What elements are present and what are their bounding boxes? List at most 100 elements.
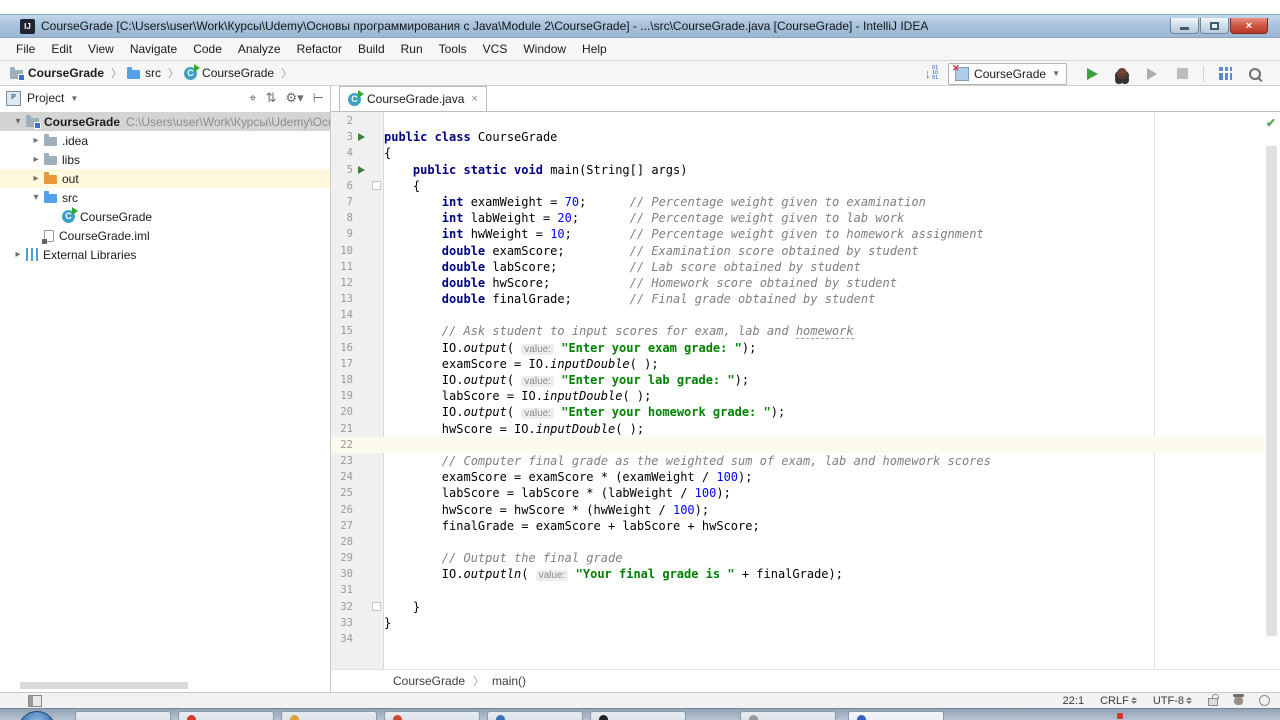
toolwindow-toggle-icon[interactable]: [28, 695, 42, 707]
code-line[interactable]: 2: [331, 113, 1280, 129]
hide-panel-icon[interactable]: ⊢: [313, 90, 324, 106]
code-line[interactable]: 30 IO.outputln( value: "Your final grade…: [331, 566, 1280, 582]
code-line[interactable]: 28: [331, 534, 1280, 550]
run-configuration-select[interactable]: CourseGrade ▼: [948, 63, 1067, 85]
code-line[interactable]: 4{: [331, 145, 1280, 161]
code-line[interactable]: 5 public static void main(String[] args): [331, 162, 1280, 178]
debug-button[interactable]: [1114, 66, 1130, 82]
code-line[interactable]: 14: [331, 307, 1280, 323]
menu-item-code[interactable]: Code: [185, 40, 230, 58]
code-line[interactable]: 6 {: [331, 178, 1280, 194]
search-everywhere-button[interactable]: [1247, 66, 1263, 82]
code-line[interactable]: 21 hwScore = IO.inputDouble( );: [331, 421, 1280, 437]
hector-inspections-icon[interactable]: [1234, 696, 1243, 705]
code-line[interactable]: 23 // Computer final grade as the weight…: [331, 453, 1280, 469]
taskbar-button[interactable]: [590, 711, 686, 720]
event-log-bubble-icon[interactable]: [1259, 695, 1270, 706]
chevron-down-icon[interactable]: ▼: [70, 94, 78, 103]
project-structure-button[interactable]: [1217, 66, 1233, 82]
caret-position[interactable]: 22:1: [1063, 695, 1084, 707]
code-line[interactable]: 15 // Ask student to input scores for ex…: [331, 323, 1280, 339]
tree-item-out[interactable]: ▸out: [0, 169, 330, 188]
code-line[interactable]: 20 IO.output( value: "Enter your homewor…: [331, 404, 1280, 420]
menu-item-navigate[interactable]: Navigate: [122, 40, 185, 58]
encoding-select[interactable]: UTF-8: [1153, 695, 1192, 707]
fold-marker-icon[interactable]: [372, 181, 381, 190]
code-line[interactable]: 22: [331, 437, 1280, 453]
menu-item-analyze[interactable]: Analyze: [230, 40, 289, 58]
tree-item-coursegrade[interactable]: CourseGrade: [0, 207, 330, 226]
code-line[interactable]: 34: [331, 631, 1280, 647]
taskbar-button[interactable]: [281, 711, 377, 720]
taskbar-button[interactable]: [178, 711, 274, 720]
code-line[interactable]: 31: [331, 582, 1280, 598]
editor-breadcrumb-main[interactable]: main(): [492, 674, 526, 688]
menu-item-run[interactable]: Run: [393, 40, 431, 58]
menu-item-help[interactable]: Help: [574, 40, 615, 58]
locate-icon[interactable]: ⌖: [249, 90, 256, 106]
taskbar-button[interactable]: [384, 711, 480, 720]
tree-chevron-icon[interactable]: ▸: [28, 173, 44, 184]
code-line[interactable]: 7 int examWeight = 70; // Percentage wei…: [331, 194, 1280, 210]
run-gutter-icon[interactable]: [358, 166, 365, 174]
code-line[interactable]: 18 IO.output( value: "Enter your lab gra…: [331, 372, 1280, 388]
menu-item-tools[interactable]: Tools: [431, 40, 475, 58]
code-line[interactable]: 17 examScore = IO.inputDouble( );: [331, 356, 1280, 372]
code-line[interactable]: 26 hwScore = hwScore * (hwWeight / 100);: [331, 502, 1280, 518]
code-line[interactable]: 19 labScore = IO.inputDouble( );: [331, 388, 1280, 404]
maximize-button[interactable]: [1200, 18, 1229, 34]
tree-chevron-icon[interactable]: ▸: [28, 135, 44, 146]
taskbar-button[interactable]: [740, 711, 836, 720]
run-with-coverage-button[interactable]: [1144, 66, 1160, 82]
settings-gear-icon[interactable]: ⚙▾: [285, 90, 303, 106]
editor-breadcrumb-coursegrade[interactable]: CourseGrade: [393, 674, 465, 688]
tree-chevron-icon[interactable]: ▸: [10, 249, 26, 260]
code-line[interactable]: 3public class CourseGrade: [331, 129, 1280, 145]
code-line[interactable]: 16 IO.output( value: "Enter your exam gr…: [331, 340, 1280, 356]
horizontal-scrollbar[interactable]: [20, 682, 188, 689]
tree-item-src[interactable]: ▾src: [0, 188, 330, 207]
taskbar-button[interactable]: [75, 711, 171, 720]
title-bar[interactable]: IJ CourseGrade [C:\Users\user\Work\Курсы…: [0, 14, 1280, 38]
tab-coursegrade-java[interactable]: CourseGrade.java ×: [339, 86, 487, 111]
menu-item-refactor[interactable]: Refactor: [289, 40, 350, 58]
menu-item-view[interactable]: View: [80, 40, 122, 58]
run-gutter-icon[interactable]: [358, 133, 365, 141]
minimize-button[interactable]: [1170, 18, 1199, 34]
code-line[interactable]: 13 double finalGrade; // Final grade obt…: [331, 291, 1280, 307]
breadcrumb-item-coursegrade[interactable]: CourseGrade: [184, 66, 274, 80]
breadcrumb-item-coursegrade[interactable]: CourseGrade: [10, 66, 104, 80]
sort-lines-icon[interactable]: ↓ 011001: [925, 66, 939, 81]
menu-item-vcs[interactable]: VCS: [475, 40, 516, 58]
menu-item-window[interactable]: Window: [515, 40, 574, 58]
tree-item-coursegrade-iml[interactable]: CourseGrade.iml: [0, 226, 330, 245]
inspections-ok-icon[interactable]: ✔: [1266, 116, 1276, 130]
tree-chevron-icon[interactable]: ▾: [10, 116, 26, 127]
fold-marker-icon[interactable]: [372, 602, 381, 611]
tree-item-coursegrade[interactable]: ▾CourseGradeC:\Users\user\Work\Курсы\Ude…: [0, 112, 330, 131]
code-line[interactable]: 24 examScore = examScore * (examWeight /…: [331, 469, 1280, 485]
code-line[interactable]: 8 int labWeight = 20; // Percentage weig…: [331, 210, 1280, 226]
menu-item-build[interactable]: Build: [350, 40, 393, 58]
code-line[interactable]: 10 double examScore; // Examination scor…: [331, 243, 1280, 259]
code-line[interactable]: 27 finalGrade = examScore + labScore + h…: [331, 518, 1280, 534]
tree-item-external-libraries[interactable]: ▸External Libraries: [0, 245, 330, 264]
tree-chevron-icon[interactable]: ▾: [28, 192, 44, 203]
taskbar-button[interactable]: [848, 711, 944, 720]
code-line[interactable]: 33}: [331, 615, 1280, 631]
close-button[interactable]: ×: [1230, 18, 1268, 34]
menu-item-edit[interactable]: Edit: [43, 40, 80, 58]
lock-icon[interactable]: [1208, 695, 1218, 706]
breadcrumb-item-src[interactable]: src: [127, 66, 161, 80]
code-editor[interactable]: 23public class CourseGrade4{5 public sta…: [331, 112, 1280, 670]
code-line[interactable]: 11 double labScore; // Lab score obtaine…: [331, 259, 1280, 275]
code-line[interactable]: 9 int hwWeight = 10; // Percentage weigh…: [331, 226, 1280, 242]
collapse-all-icon[interactable]: ⇅: [266, 90, 277, 106]
code-line[interactable]: 29 // Output the final grade: [331, 550, 1280, 566]
line-separator-select[interactable]: CRLF: [1100, 695, 1137, 707]
vertical-scrollbar[interactable]: [1266, 146, 1277, 636]
code-line[interactable]: 32 }: [331, 599, 1280, 615]
close-tab-icon[interactable]: ×: [471, 93, 477, 105]
run-button[interactable]: [1084, 66, 1100, 82]
start-button[interactable]: [18, 711, 56, 720]
